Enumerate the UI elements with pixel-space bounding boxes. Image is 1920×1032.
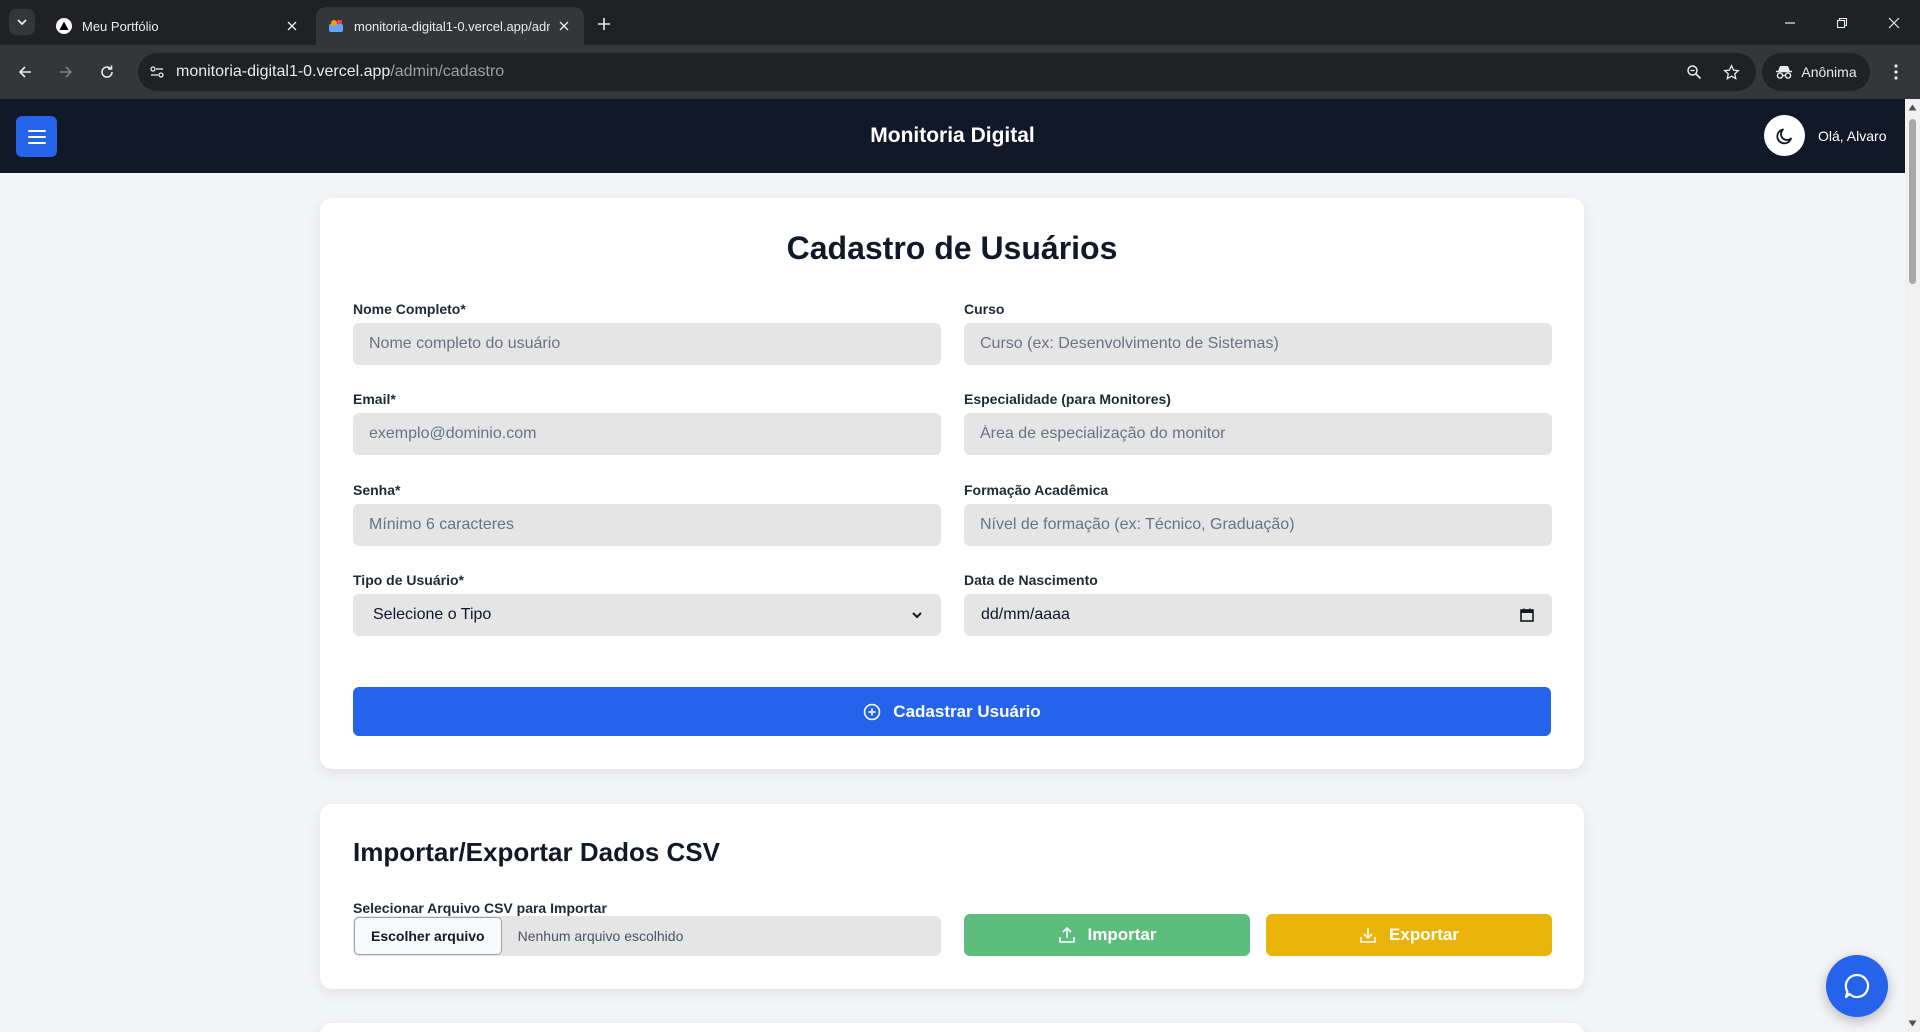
- zoom-icon[interactable]: [1678, 53, 1710, 91]
- birthdate-value: dd/mm/aaaa: [981, 606, 1070, 623]
- site-favicon-icon: [328, 18, 344, 34]
- specialty-label: Especialidade (para Monitores): [964, 391, 1171, 407]
- app-title: Monitoria Digital: [870, 124, 1035, 147]
- download-icon: [1360, 928, 1376, 943]
- tab-cadastro[interactable]: monitoria-digital1-0.vercel.app/admin/ca…: [316, 7, 584, 45]
- name-label: Nome Completo*: [353, 301, 466, 317]
- browser-tab-strip: Meu Portfólio monitoria-digital1-0.verce…: [0, 0, 1920, 45]
- url-path: /admin/cadastro: [390, 63, 505, 80]
- minimize-icon: [1785, 21, 1795, 24]
- csv-title: Importar/Exportar Dados CSV: [353, 837, 720, 867]
- plus-icon: [598, 18, 610, 30]
- theme-toggle-button[interactable]: [1764, 115, 1805, 156]
- scroll-up-arrow-icon[interactable]: [1908, 103, 1917, 112]
- course-label: Curso: [964, 301, 1005, 317]
- csv-card: Importar/Exportar Dados CSV Selecionar A…: [320, 804, 1584, 989]
- tab-title: monitoria-digital1-0.vercel.app/admin/ca…: [354, 18, 550, 34]
- minimize-button[interactable]: [1764, 0, 1816, 45]
- chat-bubble-icon: [1844, 973, 1870, 999]
- email-input[interactable]: [353, 413, 941, 455]
- user-type-select[interactable]: Selecione o Tipo: [353, 594, 941, 636]
- reload-button[interactable]: [93, 58, 121, 86]
- upload-icon: [1058, 926, 1075, 943]
- calendar-icon[interactable]: [1520, 608, 1534, 622]
- page-scrollbar[interactable]: [1905, 99, 1920, 1032]
- scroll-thumb[interactable]: [1909, 119, 1916, 284]
- specialty-input[interactable]: [964, 413, 1552, 455]
- menu-button[interactable]: [16, 116, 57, 157]
- restore-icon: [1836, 17, 1848, 28]
- scroll-down-arrow-icon[interactable]: [1908, 1019, 1917, 1028]
- browser-menu-button[interactable]: [1882, 58, 1910, 86]
- triangle-logo-icon: [56, 18, 72, 34]
- browser-toolbar: monitoria-digital1-0.vercel.app/admin/ca…: [0, 45, 1920, 99]
- url-host: monitoria-digital1-0.vercel.app: [176, 63, 391, 80]
- chevron-down-icon: [912, 612, 922, 619]
- chevron-down-icon: [17, 19, 27, 26]
- app-header: Monitoria Digital Olá, Alvaro: [0, 99, 1905, 173]
- csv-file-input[interactable]: Escolher arquivo Nenhum arquivo escolhid…: [353, 916, 941, 956]
- arrow-right-icon: [60, 66, 73, 78]
- choose-file-button[interactable]: Escolher arquivo: [354, 917, 502, 955]
- import-label: Importar: [1087, 925, 1157, 944]
- course-input[interactable]: [964, 323, 1552, 365]
- restore-button[interactable]: [1816, 0, 1868, 45]
- registration-title: Cadastro de Usuários: [786, 230, 1118, 266]
- tab-title: Meu Portfólio: [82, 18, 159, 34]
- name-input[interactable]: [353, 323, 941, 365]
- register-user-button[interactable]: Cadastrar Usuário: [353, 687, 1551, 736]
- incognito-profile-button[interactable]: Anônima: [1762, 53, 1870, 91]
- password-input[interactable]: [353, 504, 941, 546]
- next-card: [320, 1023, 1584, 1032]
- user-greeting: Olá, Alvaro: [1818, 128, 1887, 144]
- user-type-selected: Selecione o Tipo: [373, 606, 492, 623]
- education-label: Formação Acadêmica: [964, 482, 1109, 498]
- address-bar[interactable]: monitoria-digital1-0.vercel.app/admin/ca…: [138, 53, 1756, 91]
- forward-button[interactable]: [52, 58, 80, 86]
- education-input[interactable]: [964, 504, 1552, 546]
- new-tab-button[interactable]: [591, 11, 617, 37]
- back-button[interactable]: [11, 58, 39, 86]
- close-window-button[interactable]: [1868, 0, 1920, 45]
- birthdate-input[interactable]: dd/mm/aaaa: [964, 594, 1552, 636]
- reload-icon: [101, 65, 113, 78]
- incognito-icon: [1776, 66, 1793, 79]
- export-button[interactable]: Exportar: [1266, 914, 1552, 956]
- export-label: Exportar: [1389, 925, 1459, 944]
- page-viewport: Monitoria Digital Olá, Alvaro Cadastro d…: [0, 99, 1905, 1032]
- site-info-icon[interactable]: [138, 53, 176, 91]
- arrow-left-icon: [18, 66, 31, 78]
- import-button[interactable]: Importar: [964, 914, 1250, 956]
- register-user-label: Cadastrar Usuário: [893, 701, 1041, 721]
- more-vertical-icon: [1894, 64, 1898, 80]
- user-type-label: Tipo de Usuário*: [353, 572, 464, 588]
- registration-card: Cadastro de Usuários Nome Completo* Curs…: [320, 198, 1584, 769]
- file-name-text: Nenhum arquivo escolhido: [517, 928, 684, 944]
- close-icon: [1888, 17, 1900, 28]
- email-label: Email*: [353, 391, 396, 407]
- url-text: monitoria-digital1-0.vercel.app/admin/ca…: [176, 63, 504, 81]
- moon-icon: [1775, 128, 1792, 144]
- password-label: Senha*: [353, 482, 401, 498]
- plus-circle-icon: [864, 703, 881, 720]
- close-icon[interactable]: [284, 18, 300, 34]
- tab-search-button[interactable]: [9, 9, 35, 35]
- close-icon[interactable]: [556, 18, 572, 34]
- birthdate-label: Data de Nascimento: [964, 572, 1098, 588]
- tab-meu-portfolio[interactable]: Meu Portfólio: [44, 7, 312, 45]
- bookmark-star-icon[interactable]: [1715, 53, 1747, 91]
- profile-label: Anônima: [1801, 64, 1857, 80]
- hamburger-icon: [27, 129, 46, 144]
- csv-file-label: Selecionar Arquivo CSV para Importar: [353, 900, 607, 916]
- chat-button[interactable]: [1826, 955, 1888, 1017]
